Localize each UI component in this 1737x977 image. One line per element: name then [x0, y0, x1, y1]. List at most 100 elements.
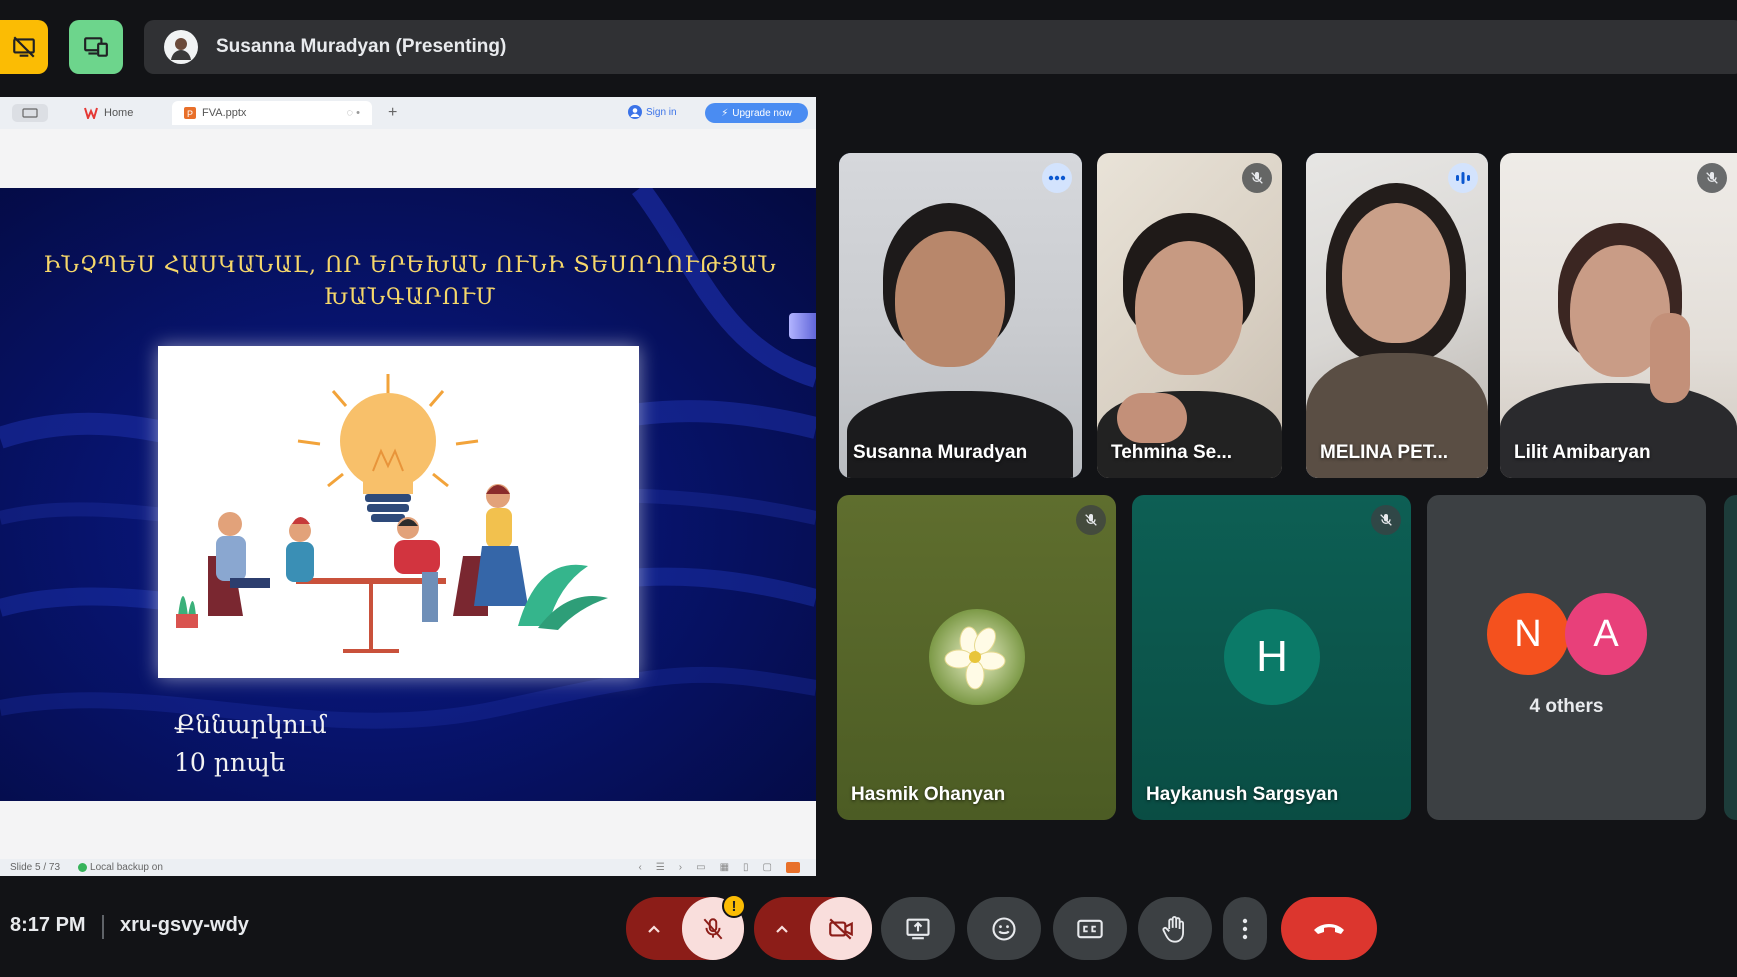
tab-indicators: ◌ •	[346, 107, 360, 119]
emoji-icon	[992, 916, 1016, 941]
raise-hand-button[interactable]	[1138, 897, 1212, 960]
mic-off-icon	[1380, 514, 1392, 526]
others-count: 4 others	[1529, 696, 1604, 717]
slide-caption: Քննարկում 10 րոպե	[174, 706, 327, 782]
warning-badge[interactable]: !	[722, 894, 746, 918]
participant-name: Haykanush Sargsyan	[1146, 784, 1339, 805]
upgrade-button[interactable]: ⚡ Upgrade now	[705, 103, 808, 123]
mic-off-icon	[703, 917, 723, 939]
slide-illustration	[158, 346, 639, 678]
video-options-button[interactable]	[754, 897, 810, 960]
captions-button[interactable]	[1053, 897, 1127, 960]
participant-tile[interactable]: Hasmik Ohanyan	[837, 495, 1116, 820]
closed-captions-icon	[1077, 919, 1103, 938]
avatar: A	[1565, 593, 1647, 675]
slide-side-tab	[789, 313, 816, 339]
person-icon	[171, 38, 191, 60]
normal-view-icon[interactable]: ▭	[696, 862, 705, 873]
presenter-label: Susanna Muradyan (Presenting)	[216, 36, 507, 57]
presentation-status-bar: Slide 5 / 73 Local backup on ‹ ☰ › ▭ ▦ ▯…	[0, 859, 816, 876]
divider	[102, 915, 104, 939]
participant-name: Hasmik Ohanyan	[851, 784, 1006, 805]
presentation-slide: ԻՆՉՊԵՍ ՀԱՍԿԱՆԱԼ, ՈՐ ԵՐԵԽԱՆ ՈՒՆԻ ՏԵՍՈՂՈՒԹ…	[0, 188, 816, 801]
play-icon[interactable]	[786, 862, 800, 873]
next-tile-edge	[1724, 495, 1737, 820]
window-icon	[22, 108, 38, 118]
more-options-button[interactable]	[1042, 163, 1072, 193]
wps-logo-icon	[84, 107, 98, 119]
list-icon[interactable]: ☰	[656, 862, 665, 873]
presenter-banner: Susanna Muradyan (Presenting)	[144, 20, 1737, 74]
meeting-code: xru-gsvy-wdy	[120, 914, 249, 936]
lightbulb-discussion-illustration	[176, 374, 608, 653]
bolt-icon: ⚡	[721, 107, 729, 119]
grid-view-icon[interactable]: ▦	[720, 862, 729, 873]
tab-home[interactable]: Home	[72, 101, 172, 125]
muted-indicator	[1371, 505, 1401, 535]
avatar	[164, 30, 198, 64]
stop-presenting-button[interactable]	[0, 20, 48, 74]
shared-screen: Home P FVA.pptx ◌ • + Sign in ⚡ Upgrade …	[0, 97, 816, 876]
slide-caption-line: 10 րոպե	[174, 748, 286, 777]
slide-caption-line: Քննարկում	[174, 710, 327, 739]
upgrade-label: Upgrade now	[732, 107, 792, 119]
next-slide-icon[interactable]: ›	[679, 862, 682, 873]
participant-tile[interactable]: MELINA PET...	[1306, 153, 1488, 478]
new-tab-button[interactable]: +	[388, 104, 397, 122]
present-button[interactable]	[881, 897, 955, 960]
participant-tile[interactable]: Tehmina Se...	[1097, 153, 1282, 478]
avatar: H	[1224, 609, 1320, 705]
avatar-initial: H	[1256, 632, 1288, 681]
backup-status: Local backup on	[90, 862, 163, 873]
mic-off-icon	[1251, 172, 1263, 184]
participant-name: Susanna Muradyan	[853, 442, 1028, 463]
tab-label: FVA.pptx	[202, 107, 247, 119]
audio-level-icon	[1456, 172, 1470, 184]
slideshow-icon[interactable]: ▢	[763, 862, 772, 873]
slide-counter: Slide 5 / 73	[10, 862, 61, 873]
view-controls: ‹ ☰ › ▭ ▦ ▯ ▢	[638, 862, 800, 873]
participant-name: Lilit Amibaryan	[1514, 442, 1651, 463]
muted-indicator	[1076, 505, 1106, 535]
chevron-up-icon	[776, 924, 788, 933]
video-controls	[754, 897, 872, 960]
avatar: N	[1487, 593, 1569, 675]
backup-status-icon	[78, 863, 88, 872]
participant-video	[1500, 153, 1737, 478]
others-tile[interactable]: N A 4 others	[1427, 495, 1706, 820]
chevron-up-icon	[648, 924, 660, 933]
tab-label: Home	[104, 107, 134, 119]
participant-tile[interactable]: Lilit Amibaryan	[1500, 153, 1737, 478]
window-button[interactable]	[12, 104, 48, 122]
powerpoint-file-icon: P	[184, 107, 196, 119]
avatar-initial: A	[1593, 612, 1619, 655]
muted-indicator	[1242, 163, 1272, 193]
phone-hangup-icon	[1314, 923, 1344, 934]
participant-video	[839, 153, 1082, 478]
tab-file-title: P FVA.pptx	[184, 107, 246, 119]
sign-in-label: Sign in	[646, 106, 677, 118]
camera-button[interactable]	[810, 897, 872, 960]
more-options-button[interactable]	[1223, 897, 1267, 960]
tab-file[interactable]: P FVA.pptx ◌ •	[172, 101, 372, 125]
slide-title-line: ԽԱՆԳԱՐՈՒՄ	[323, 285, 497, 310]
muted-indicator	[1697, 163, 1727, 193]
browser-tab-bar: Home P FVA.pptx ◌ • + Sign in ⚡ Upgrade …	[0, 97, 816, 129]
leave-call-button[interactable]	[1281, 897, 1377, 960]
participant-video	[1097, 153, 1282, 478]
present-off-icon	[13, 36, 35, 58]
participant-name: MELINA PET...	[1320, 442, 1449, 463]
participant-name: Tehmina Se...	[1111, 442, 1233, 463]
reactions-button[interactable]	[967, 897, 1041, 960]
hand-icon	[1162, 915, 1184, 943]
prev-slide-icon[interactable]: ‹	[638, 862, 641, 873]
participant-tile[interactable]: Susanna Muradyan	[839, 153, 1082, 478]
participant-video	[1306, 153, 1488, 478]
slide-title-line: ԻՆՉՊԵՍ ՀԱՍԿԱՆԱԼ, ՈՐ ԵՐԵԽԱՆ ՈՒՆԻ ՏԵՍՈՂՈՒԹ…	[43, 253, 777, 278]
audio-options-button[interactable]	[626, 897, 682, 960]
slide-title: ԻՆՉՊԵՍ ՀԱՍԿԱՆԱԼ, ՈՐ ԵՐԵԽԱՆ ՈՒՆԻ ՏԵՍՈՂՈՒԹ…	[40, 250, 780, 314]
layout-button[interactable]	[69, 20, 123, 74]
sign-in-link[interactable]: Sign in	[628, 105, 677, 119]
participant-tile[interactable]: H Haykanush Sargsyan	[1132, 495, 1411, 820]
reading-view-icon[interactable]: ▯	[743, 862, 749, 873]
